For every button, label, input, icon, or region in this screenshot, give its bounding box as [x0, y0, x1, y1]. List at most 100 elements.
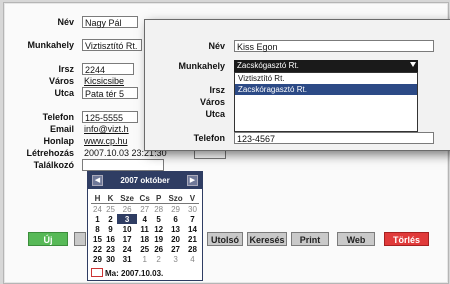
today-marker-icon — [91, 268, 103, 277]
name-label: Név — [57, 17, 74, 27]
calendar-day[interactable]: 6 — [165, 214, 186, 224]
calendar-day[interactable]: 30 — [186, 204, 199, 215]
workplace-label: Munkahely — [27, 40, 74, 50]
calendar-day[interactable]: 28 — [186, 244, 199, 254]
zip-field[interactable]: 2244 — [82, 63, 134, 75]
calendar-day[interactable]: 29 — [165, 204, 186, 215]
popup-workplace-label: Munkahely — [178, 61, 225, 71]
calendar-day[interactable]: 22 — [91, 244, 104, 254]
weekday-mon: H — [91, 193, 105, 204]
calendar-day[interactable]: 9 — [104, 224, 117, 234]
calendar-day[interactable]: 10 — [117, 224, 137, 234]
calendar-day[interactable]: 16 — [104, 234, 117, 244]
weekday-thu: Cs — [137, 193, 153, 204]
city-label: Város — [48, 76, 74, 86]
popup-city-label: Város — [199, 97, 225, 107]
created-label: Létrehozás — [26, 148, 74, 158]
calendar-day[interactable]: 19 — [152, 234, 165, 244]
calendar-day[interactable]: 25 — [104, 204, 117, 215]
popup-phone-label: Telefon — [193, 133, 225, 143]
calendar-day[interactable]: 30 — [104, 254, 117, 264]
calendar-day[interactable]: 24 — [91, 204, 104, 215]
web-button[interactable]: Web — [337, 232, 375, 246]
calendar-title: 2007 október — [106, 175, 184, 186]
meeting-label: Találkozó — [33, 160, 74, 170]
calendar-day[interactable]: 17 — [117, 234, 137, 244]
popup-workplace-options: Viztisztító Rt. Zacskóragasztó Rt. — [234, 72, 418, 132]
calendar-month: október — [140, 176, 170, 185]
phone-label: Telefon — [42, 112, 74, 122]
weekday-sat: Szo — [165, 193, 186, 204]
popup-zip-label: Irsz — [209, 85, 225, 95]
calendar-day[interactable]: 5 — [152, 214, 165, 224]
street-field[interactable]: Pata tér 5 — [82, 87, 138, 99]
calendar-year: 2007 — [120, 176, 139, 185]
calendar-day[interactable]: 25 — [137, 244, 152, 254]
date-picker: ◀ 2007 október ▶ H K Sze Cs P Szo V 24 2… — [87, 171, 203, 281]
weekday-fri: P — [152, 193, 166, 204]
calendar-day[interactable]: 31 — [117, 254, 137, 264]
today-link[interactable]: Ma: 2007.10.03. — [91, 268, 163, 278]
calendar-day[interactable]: 4 — [186, 254, 199, 264]
calendar-day[interactable]: 18 — [137, 234, 152, 244]
popup-workplace-select[interactable]: Zacskógasztó Rt. — [234, 60, 418, 72]
form-window: Név Nagy Pál Munkahely Viztisztító Rt. I… — [3, 2, 450, 284]
prev-month-button[interactable]: ◀ — [92, 175, 103, 186]
weekday-tue: K — [104, 193, 118, 204]
street-label: Utca — [54, 88, 74, 98]
new-button[interactable]: Új — [28, 232, 68, 246]
workplace-field[interactable]: Viztisztító Rt. — [82, 39, 142, 51]
calendar-day[interactable]: 1 — [91, 214, 104, 224]
calendar-day[interactable]: 20 — [165, 234, 186, 244]
hidden-button[interactable] — [74, 232, 86, 246]
email-label: Email — [49, 124, 74, 134]
calendar-header: ◀ 2007 október ▶ — [88, 172, 202, 189]
homepage-label: Honlap — [43, 136, 75, 146]
dropdown-arrow-icon — [410, 62, 416, 67]
next-month-button[interactable]: ▶ — [187, 175, 198, 186]
name-field[interactable]: Nagy Pál — [82, 16, 138, 28]
calendar-day[interactable]: 27 — [165, 244, 186, 254]
popup-workplace-selected: Zacskógasztó Rt. — [237, 61, 299, 70]
popup-workplace-option-selected[interactable]: Zacskóragasztó Rt. — [235, 84, 417, 95]
calendar-day[interactable]: 3 — [165, 254, 186, 264]
last-button[interactable]: Utolsó — [207, 232, 243, 246]
homepage-link[interactable]: www.cp.hu — [82, 135, 138, 147]
calendar-day[interactable]: 4 — [137, 214, 152, 224]
calendar-day[interactable]: 21 — [186, 234, 199, 244]
search-button[interactable]: Keresés — [247, 232, 287, 246]
calendar-day[interactable]: 23 — [104, 244, 117, 254]
print-button[interactable]: Print — [291, 232, 329, 246]
today-label: Ma: 2007.10.03. — [105, 269, 164, 278]
calendar-day[interactable]: 7 — [186, 214, 199, 224]
calendar-day-today[interactable]: 3 — [117, 214, 138, 224]
calendar-day[interactable]: 29 — [91, 254, 104, 264]
popup-workplace-option[interactable]: Viztisztító Rt. — [235, 73, 417, 84]
popup-name-label: Név — [208, 41, 225, 51]
calendar-day[interactable]: 14 — [186, 224, 199, 234]
zip-label: Irsz — [58, 64, 74, 74]
calendar-day[interactable]: 2 — [104, 214, 117, 224]
popup-phone-field[interactable]: 123-4567 — [234, 132, 434, 144]
calendar-day[interactable]: 1 — [137, 254, 152, 264]
calendar-day[interactable]: 28 — [152, 204, 165, 215]
weekday-wed: Sze — [117, 193, 138, 204]
calendar-day[interactable]: 8 — [91, 224, 104, 234]
calendar-day[interactable]: 26 — [152, 244, 165, 254]
calendar-day[interactable]: 11 — [137, 224, 152, 234]
city-field[interactable]: Kicsicsibe — [82, 75, 142, 87]
phone-field[interactable]: 125-5555 — [82, 111, 138, 123]
delete-button[interactable]: Törlés — [384, 232, 429, 246]
calendar-day[interactable]: 24 — [117, 244, 137, 254]
calendar-day[interactable]: 27 — [137, 204, 152, 215]
popup-name-field[interactable]: Kiss Egon — [234, 40, 434, 52]
calendar-day[interactable]: 2 — [152, 254, 165, 264]
calendar-day[interactable]: 13 — [165, 224, 186, 234]
meeting-field[interactable] — [82, 159, 164, 171]
calendar-day[interactable]: 26 — [117, 204, 137, 215]
calendar-day[interactable]: 12 — [152, 224, 165, 234]
email-link[interactable]: info@vizt.h — [82, 123, 138, 135]
calendar-day[interactable]: 15 — [91, 234, 104, 244]
popup-street-label: Utca — [205, 109, 225, 119]
weekday-sun: V — [185, 193, 199, 204]
